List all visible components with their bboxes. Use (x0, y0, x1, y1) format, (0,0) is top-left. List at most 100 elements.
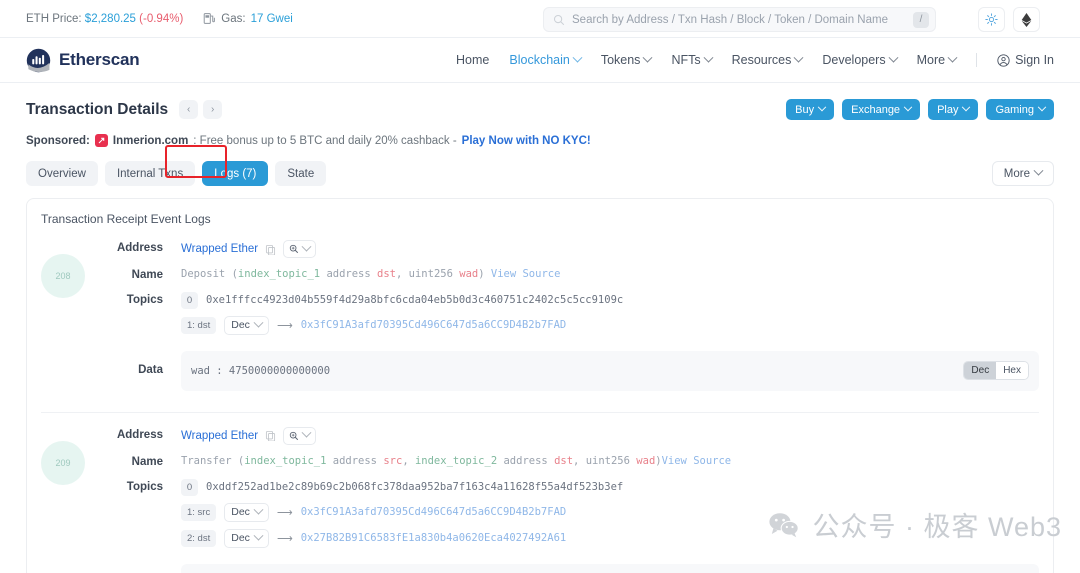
address-link[interactable]: Wrapped Ether (181, 430, 258, 442)
view-source-link[interactable]: View Source (662, 455, 732, 467)
gaming-button[interactable]: Gaming (986, 99, 1054, 120)
data-box: wad : 4750000000000000 Dec Hex (181, 563, 1039, 573)
topic-keyword: index_topic_1 (244, 454, 327, 467)
topic-format-select[interactable]: Dec (224, 528, 269, 548)
chevron-down-icon (962, 102, 971, 111)
nav-label: Resources (731, 53, 792, 67)
topic-index-pill: 1: src (181, 503, 217, 521)
tab-internal-txns[interactable]: Internal Txns (104, 161, 196, 186)
chevron-down-icon (301, 427, 312, 438)
log-data-row: Data wad : 4750000000000000 Dec Hex (103, 563, 1039, 573)
log-data-row: Data wad : 4750000000000000 Dec Hex (103, 350, 1039, 391)
gas-pump-icon (204, 13, 216, 24)
data-text: wad : 4750000000000000 (191, 364, 331, 377)
topic-item: 0 0xddf252ad1be2c89b69c2b068fc378daa952b… (181, 478, 1039, 496)
magnifier-plus-icon (289, 244, 299, 254)
topic-format-value: Dec (231, 506, 250, 518)
tabs-more-label: More (1003, 167, 1030, 180)
copy-icon[interactable] (265, 244, 276, 255)
log-body: Address Wrapped Ether (103, 426, 1039, 573)
nav-divider (976, 53, 978, 67)
brand-logo-link[interactable]: Etherscan (26, 48, 140, 73)
nav-item-resources[interactable]: Resources (731, 52, 804, 67)
nav-item-blockchain[interactable]: Blockchain (509, 52, 583, 67)
copy-icon[interactable] (265, 430, 276, 442)
tab-logs[interactable]: Logs (7) (202, 161, 269, 186)
param-name: wad (636, 454, 656, 467)
sponsored-label: Sponsored: (26, 134, 90, 147)
search-filter-button[interactable] (283, 426, 317, 445)
log-address-label: Address (116, 428, 163, 441)
param-type: uint256 (585, 454, 630, 467)
nav-item-home[interactable]: Home (456, 53, 489, 67)
topic-item: 0 0xe1fffcc4923d04b559f4d29a8bfc6cda04eb… (181, 291, 1039, 309)
view-source-link[interactable]: View Source (491, 268, 561, 280)
topic-format-select[interactable]: Dec (224, 315, 269, 335)
site-header: Etherscan Home Blockchain Tokens NFTs Re… (0, 38, 1080, 83)
theme-toggle-button[interactable] (978, 7, 1005, 32)
card-heading: Transaction Receipt Event Logs (41, 212, 211, 226)
chevron-down-icon (572, 52, 583, 63)
exchange-button[interactable]: Exchange (842, 99, 921, 120)
log-data-value: wad : 4750000000000000 Dec Hex (181, 563, 1039, 573)
nav-item-tokens[interactable]: Tokens (601, 52, 653, 67)
topic-keyword: index_topic_1 (237, 268, 321, 280)
data-format-toggle[interactable]: Dec Hex (963, 361, 1029, 381)
topic-item: 2: dst Dec ⟶ 0x27B82B91C6583fE1a830b4a06… (181, 528, 1039, 548)
network-selector-button[interactable] (1013, 7, 1040, 32)
eth-price-value[interactable]: $2,280.25 (85, 13, 136, 25)
topic-index-pill: 2: dst (181, 529, 217, 547)
tabs-more-button[interactable]: More (991, 161, 1054, 186)
search-shortcut-key: / (913, 11, 929, 28)
etherscan-logo-icon (26, 48, 51, 72)
topic-address-link[interactable]: 0x27B82B91C6583fE1a830b4a0620Eca4027492A… (301, 532, 567, 544)
log-entry: 208 Address Wrapped Ether Name Deposit (… (27, 226, 1053, 400)
sponsor-name[interactable]: Inmerion.com (113, 135, 188, 147)
buy-button[interactable]: Buy (786, 99, 835, 120)
log-topics-label: Topics (126, 293, 163, 306)
address-link[interactable]: Wrapped Ether (181, 243, 258, 255)
cta-label: Gaming (995, 103, 1034, 116)
chevron-down-icon (1033, 165, 1044, 176)
log-address-value: Wrapped Ether (181, 240, 1039, 258)
nav-label: Blockchain (509, 53, 570, 67)
sponsor-glyph-icon (98, 137, 105, 144)
sponsor-cta-link[interactable]: Play Now with NO KYC! (462, 135, 591, 147)
topic-format-value: Dec (231, 532, 250, 544)
next-txn-button[interactable]: › (203, 100, 223, 119)
log-name-row: Name Deposit (index_topic_1 address dst,… (103, 267, 1039, 283)
play-button[interactable]: Play (928, 99, 979, 120)
prev-txn-button[interactable]: ‹ (179, 100, 199, 119)
etherscan-page: ETH Price: $2,280.25 (-0.94%) Gas: 17 Gw… (0, 0, 1080, 573)
chevron-down-icon (947, 52, 958, 63)
topic-item: 1: src Dec ⟶ 0x3fC91A3afd70395Cd496C647d… (181, 502, 1039, 522)
gas-tracker[interactable]: Gas: 17 Gwei (203, 12, 293, 25)
nav-item-developers[interactable]: Developers (822, 52, 899, 67)
eth-price-change: (-0.94%) (139, 12, 184, 25)
sign-in-button[interactable]: Sign In (997, 53, 1054, 67)
data-format-hex[interactable]: Hex (996, 362, 1028, 380)
topic-address-link[interactable]: 0x3fC91A3afd70395Cd496C647d5a6CC9D4B2b7F… (301, 506, 567, 518)
search-icon (553, 14, 565, 25)
tab-state[interactable]: State (275, 161, 327, 186)
search-wrapper: Search by Address / Txn Hash / Block / T… (543, 7, 936, 32)
topic-format-select[interactable]: Dec (224, 502, 269, 522)
arrow-right-icon: ⟶ (276, 506, 293, 519)
nav-item-nfts[interactable]: NFTs (671, 52, 714, 67)
param-name: dst (377, 268, 396, 280)
log-body: Address Wrapped Ether (103, 240, 1039, 400)
param-type: address (326, 268, 371, 280)
search-filter-button[interactable] (283, 240, 317, 258)
page-title: Transaction Details (26, 100, 169, 118)
topic-format-value: Dec (231, 319, 250, 332)
topic-address-link[interactable]: 0x3fC91A3afd70395Cd496C647d5a6CC9D4B2b7F… (301, 319, 567, 331)
page-title-row: Transaction Details ‹ › Buy Exchange Pla… (0, 83, 1080, 120)
tab-overview[interactable]: Overview (26, 161, 98, 186)
chevron-down-icon (793, 52, 804, 63)
search-input[interactable]: Search by Address / Txn Hash / Block / T… (543, 7, 936, 32)
param-name: dst (554, 454, 574, 467)
topic-hash: 0xe1fffcc4923d04b559f4d29a8bfc6cda04eb5b… (206, 294, 624, 307)
nav-item-more[interactable]: More (917, 52, 958, 67)
data-format-dec[interactable]: Dec (964, 362, 997, 380)
log-topics-label: Topics (126, 480, 163, 493)
